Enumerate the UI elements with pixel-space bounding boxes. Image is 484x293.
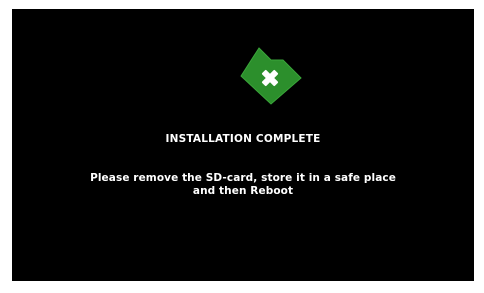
instruction-line-2: and then Reboot — [192, 185, 294, 197]
installer-screen: INSTALLATION COMPLETE Please remove the … — [12, 9, 474, 281]
instruction-message: Please remove the SD-card, store it in a… — [42, 172, 444, 198]
installation-complete-title: INSTALLATION COMPLETE — [165, 133, 321, 145]
instruction-line-1: Please remove the SD-card, store it in a… — [90, 172, 396, 184]
sd-card-remove-icon — [240, 47, 302, 105]
